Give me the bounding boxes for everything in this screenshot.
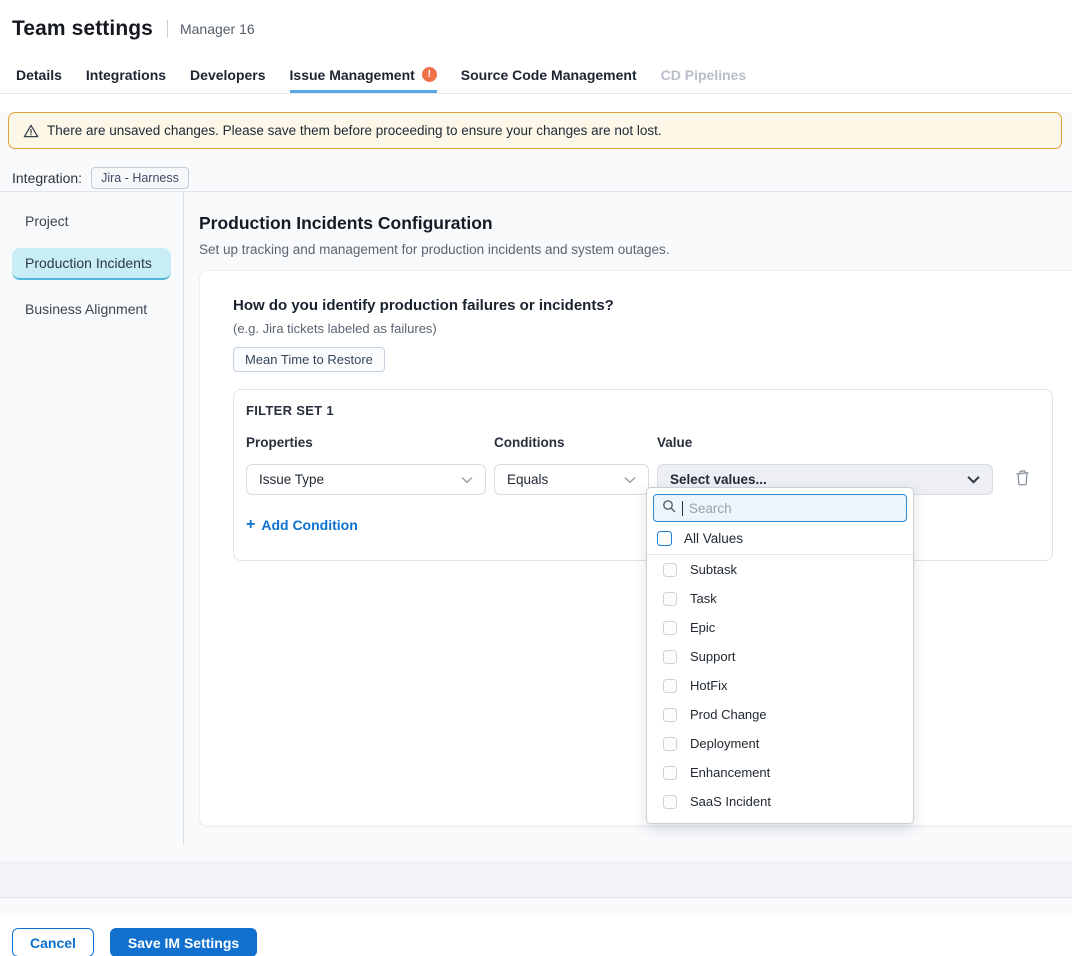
section-subtitle: Set up tracking and management for produ… (199, 242, 1072, 257)
value-column-label: Value (657, 435, 993, 450)
option-prod-change[interactable]: Prod Change (647, 700, 913, 729)
save-im-settings-button[interactable]: Save IM Settings (110, 928, 257, 956)
chevron-down-icon (461, 472, 473, 487)
chevron-down-icon (967, 472, 980, 487)
metric-chip[interactable]: Mean Time to Restore (233, 347, 385, 372)
settings-tabbar: Details Integrations Developers Issue Ma… (0, 57, 1072, 94)
option-subtask[interactable]: Subtask (647, 555, 913, 584)
checkbox-icon[interactable] (663, 737, 677, 751)
checkbox-icon[interactable] (663, 824, 677, 825)
option-hotfix[interactable]: HotFix (647, 671, 913, 700)
filter-set-title: FILTER SET 1 (246, 403, 1040, 418)
title-divider (167, 20, 168, 38)
action-footer: Cancel Save IM Settings (0, 915, 1072, 956)
tab-source-code-management[interactable]: Source Code Management (461, 57, 637, 93)
integration-row: Integration: Jira - Harness (12, 165, 1072, 191)
chevron-down-icon (624, 472, 636, 487)
sidebar-item-production-incidents[interactable]: Production Incidents (12, 248, 171, 280)
conditions-column-label: Conditions (494, 435, 649, 450)
sidebar-item-business-alignment[interactable]: Business Alignment (12, 294, 171, 324)
banner-text: There are unsaved changes. Please save t… (47, 123, 662, 138)
option-support[interactable]: Support (647, 642, 913, 671)
page-header: Team settings Manager 16 (0, 0, 1072, 57)
tab-details[interactable]: Details (16, 57, 62, 93)
plus-icon: + (246, 516, 255, 534)
select-all-option[interactable]: All Values (647, 522, 913, 555)
option-epic[interactable]: Epic (647, 613, 913, 642)
main-panel: Production Incidents Configuration Set u… (184, 192, 1072, 845)
integration-label: Integration: (12, 170, 82, 186)
checkbox-icon[interactable] (657, 531, 672, 546)
incidents-config-card: How do you identify production failures … (199, 270, 1072, 826)
checkbox-icon[interactable] (663, 650, 677, 664)
checkbox-icon[interactable] (663, 679, 677, 693)
sidebar-item-project[interactable]: Project (12, 206, 171, 236)
delete-filter-button[interactable] (1014, 469, 1040, 490)
unsaved-changes-banner: There are unsaved changes. Please save t… (8, 112, 1062, 149)
cancel-button[interactable]: Cancel (12, 928, 94, 956)
question-heading: How do you identify production failures … (233, 297, 1053, 314)
add-condition-button[interactable]: + Add Condition (246, 516, 358, 534)
dropdown-option-list: Subtask Task Epic Support HotFix Prod Ch… (647, 555, 913, 824)
option-enhancement[interactable]: Enhancement (647, 758, 913, 787)
footer-band (0, 861, 1072, 898)
option-customer-notification[interactable]: Customer Notification (647, 816, 913, 824)
tab-integrations[interactable]: Integrations (86, 57, 166, 93)
tab-issue-management[interactable]: Issue Management ! (290, 57, 437, 93)
section-title: Production Incidents Configuration (199, 213, 1072, 234)
property-select[interactable]: Issue Type (246, 464, 486, 495)
question-hint: (e.g. Jira tickets labeled as failures) (233, 321, 1053, 336)
page-title: Team settings (12, 17, 153, 41)
option-saas-incident[interactable]: SaaS Incident (647, 787, 913, 816)
trash-icon (1014, 469, 1031, 490)
option-task[interactable]: Task (647, 584, 913, 613)
warning-triangle-icon (23, 123, 39, 139)
value-dropdown-popover: All Values Subtask Task Epic Support Hot… (646, 487, 914, 824)
integration-chip[interactable]: Jira - Harness (91, 167, 189, 189)
search-input[interactable] (689, 501, 898, 516)
condition-select[interactable]: Equals (494, 464, 649, 495)
tab-cd-pipelines: CD Pipelines (661, 57, 747, 93)
dropdown-search[interactable] (653, 494, 907, 522)
checkbox-icon[interactable] (663, 621, 677, 635)
checkbox-icon[interactable] (663, 795, 677, 809)
team-name-label: Manager 16 (180, 21, 255, 37)
search-icon (662, 499, 676, 518)
checkbox-icon[interactable] (663, 563, 677, 577)
tab-developers[interactable]: Developers (190, 57, 265, 93)
filter-set-1: FILTER SET 1 Properties Conditions Value… (233, 389, 1053, 561)
checkbox-icon[interactable] (663, 766, 677, 780)
settings-sidebar: Project Production Incidents Business Al… (0, 192, 184, 845)
checkbox-icon[interactable] (663, 592, 677, 606)
text-cursor (682, 501, 683, 516)
properties-column-label: Properties (246, 435, 486, 450)
option-deployment[interactable]: Deployment (647, 729, 913, 758)
checkbox-icon[interactable] (663, 708, 677, 722)
unsaved-changes-badge-icon: ! (422, 67, 437, 82)
